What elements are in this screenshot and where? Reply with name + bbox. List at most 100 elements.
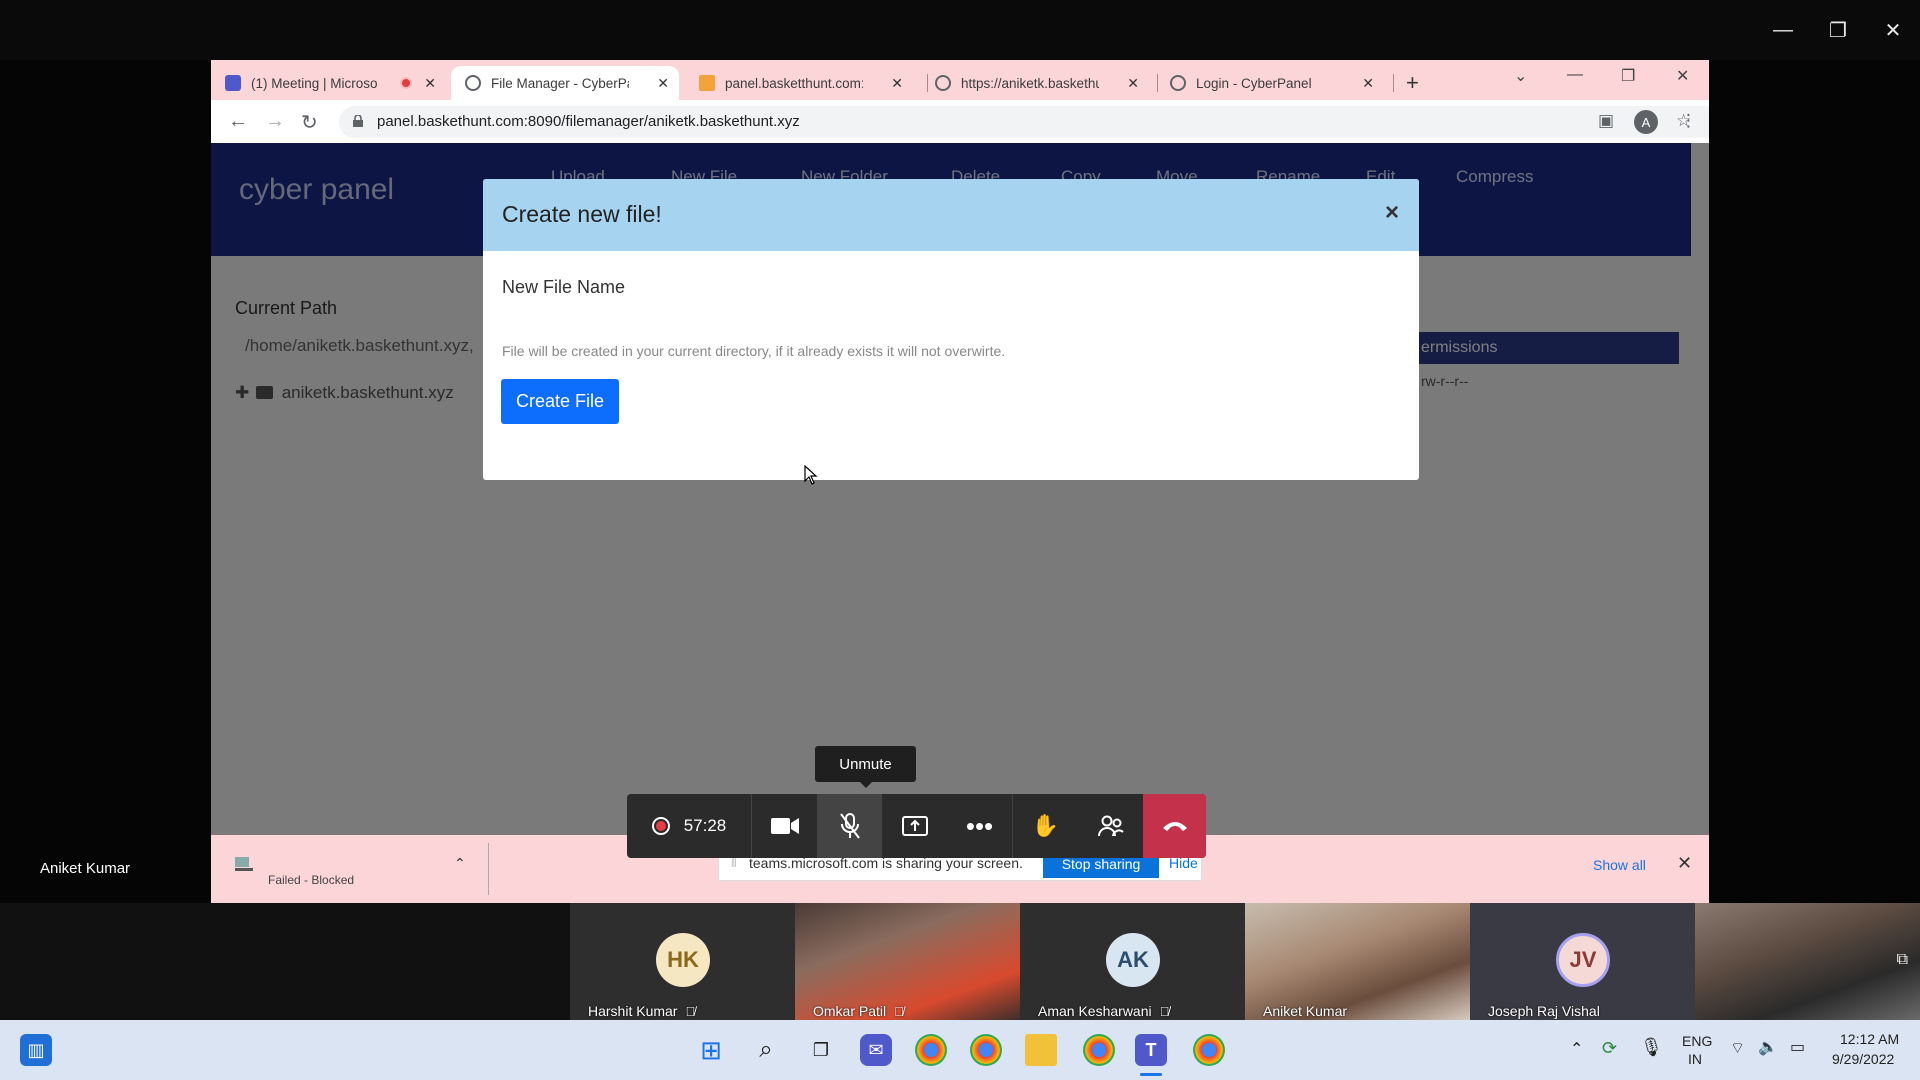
tab-phpmyadmin[interactable]: panel.basketthunt.com:80 ✕ [685,66,913,100]
chrome-icon[interactable] [915,1034,947,1066]
share-screen-icon[interactable] [882,794,947,858]
avatar: HK [656,933,710,987]
unmute-tooltip: Unmute [815,746,916,788]
teams-icon[interactable]: T [1135,1034,1167,1066]
modal-header: Create new file! × [483,179,1419,251]
globe-icon [465,75,481,91]
new-tab-icon[interactable]: + [1406,70,1419,96]
chevron-up-icon[interactable]: ⌃ [454,855,466,872]
participant-name: Joseph Raj Vishal [1488,1003,1600,1019]
file-explorer-icon[interactable] [1025,1034,1057,1066]
browser-window: (1) Meeting | Microso ✕ File Manager - C… [211,60,1709,903]
wifi-icon[interactable]: ⌔ [1730,1038,1745,1058]
close-icon[interactable]: ✕ [1676,66,1689,86]
tab-close-icon[interactable]: ✕ [657,75,669,92]
participant-name: Aman Kesharwani 🎙̸ [1038,1003,1170,1019]
microphone-icon[interactable]: 🎙 [1640,1037,1663,1058]
chevron-up-icon[interactable]: ⌃ [1570,1039,1583,1059]
call-timer: 57:28 [683,816,727,835]
call-controls: 57:28 ••• ✋ [627,794,1206,858]
teams-chat-icon[interactable]: ✉ [860,1034,892,1066]
menu-kebab-icon[interactable]: ⋮ [1680,111,1697,131]
tab-file-manager[interactable]: File Manager - CyberPane ✕ [451,66,679,100]
back-icon[interactable]: ← [228,110,248,133]
tab-close-icon[interactable]: ✕ [891,75,903,92]
participant-tile[interactable]: HK Harshit Kumar 🎙̸ [570,903,795,1020]
sync-icon[interactable]: ⟳ [1602,1038,1617,1059]
avatar: AK [1106,933,1160,987]
pop-out-icon[interactable]: ⧉ [1897,951,1908,969]
camera-icon[interactable] [752,794,817,858]
new-file-name-label: New File Name [502,277,626,297]
modal-hint: File will be created in your current dir… [502,343,1006,359]
tab-aniketk[interactable]: https://aniketk.baskethun ✕ [921,66,1149,100]
tab-title: Login - CyberPanel [1196,75,1312,91]
lock-icon [353,115,363,127]
participant-tile[interactable]: AK Aman Kesharwani 🎙̸ [1020,903,1245,1020]
chrome-icon[interactable] [1193,1034,1225,1066]
tab-title: https://aniketk.baskethun [961,75,1099,91]
tab-close-icon[interactable]: ✕ [424,75,436,92]
recording-indicator[interactable]: 57:28 [627,794,751,858]
phpmyadmin-icon [699,75,715,91]
search-icon[interactable]: ⌕ [750,1034,782,1066]
raise-hand-icon[interactable]: ✋ [1013,794,1078,858]
minimize-icon[interactable]: — [1763,14,1803,46]
browser-toolbar: ← → ↻ panel.baskethunt.com:8090/filemana… [211,100,1709,143]
participant-name: Omkar Patil 🎙̸ [813,1003,904,1019]
mic-off-icon[interactable] [817,794,882,858]
close-icon[interactable]: ✕ [1677,853,1692,874]
side-panel-icon[interactable]: ▣ [1598,111,1614,131]
chrome-icon[interactable] [970,1034,1002,1066]
volume-icon[interactable]: 🔈 [1758,1037,1778,1057]
presenter-name: Aniket Kumar [40,860,131,877]
participants-icon[interactable] [1078,794,1143,858]
task-view-icon[interactable]: ❐ [805,1034,837,1066]
profile-avatar[interactable]: A [1634,110,1658,134]
participant-strip: HK Harshit Kumar 🎙̸ Omkar Patil 🎙̸ AK Aman… [0,903,1920,1020]
tab-login[interactable]: Login - CyberPanel ✕ [1156,66,1384,100]
participant-name: Aniket Kumar [1263,1003,1348,1019]
reload-icon[interactable]: ↻ [301,110,318,135]
participant-name: Harshit Kumar 🎙̸ [588,1003,696,1019]
participant-video-tile[interactable]: Aniket Kumar [1245,903,1470,1020]
record-icon [651,817,670,835]
participant-tile[interactable]: JV Joseph Raj Vishal [1470,903,1695,1020]
start-icon[interactable]: ⊞ [695,1034,727,1066]
globe-icon [935,75,951,91]
show-all-link[interactable]: Show all [1593,857,1646,873]
tab-search-icon[interactable]: ⌄ [1514,66,1527,86]
restore-icon[interactable]: ❐ [1621,66,1635,86]
forward-icon[interactable]: → [265,110,285,133]
battery-icon[interactable]: ▭ [1790,1037,1805,1057]
clock-date[interactable]: 9/29/2022 [1832,1051,1894,1067]
address-bar[interactable]: panel.baskethunt.com:8090/filemanager/an… [339,106,1709,138]
download-status: Failed - Blocked [268,873,355,887]
restore-icon[interactable]: ❐ [1818,14,1858,46]
tab-close-icon[interactable]: ✕ [1127,75,1139,92]
tab-title: panel.basketthunt.com:80 [725,75,863,91]
tab-close-icon[interactable]: ✕ [1362,75,1374,92]
widgets-icon[interactable]: ▥ [20,1034,52,1066]
globe-icon [1170,75,1186,91]
participant-video-tile[interactable]: Omkar Patil 🎙̸ [795,903,1020,1020]
hang-up-icon[interactable] [1143,794,1206,858]
chrome-icon[interactable] [1083,1034,1115,1066]
tab-meeting[interactable]: (1) Meeting | Microso ✕ [211,66,446,100]
region-label[interactable]: IN [1688,1051,1702,1067]
teams-title-bar: — ❐ ✕ [0,0,1920,60]
minimize-icon[interactable]: — [1567,66,1583,84]
participant-video-tile[interactable]: ⧉ [1695,903,1920,1020]
create-file-button[interactable]: Create File [501,379,619,424]
clock-time[interactable]: 12:12 AM [1840,1031,1899,1047]
file-icon [235,857,253,871]
close-icon[interactable]: × [1385,199,1399,227]
tab-title: (1) Meeting | Microso [251,75,378,91]
windows-taskbar: ▥ ⊞ ⌕ ❐ ✉ T ⌃ ⟳ 🎙 ENG IN ⌔ 🔈 ▭ 12:12 AM … [0,1020,1920,1080]
close-icon[interactable]: ✕ [1873,14,1913,46]
more-options-icon[interactable]: ••• [947,794,1012,858]
mouse-cursor-icon [804,465,818,485]
teams-favicon-icon [225,75,241,91]
mic-off-icon: 🎙̸ [894,1004,904,1019]
language-label[interactable]: ENG [1682,1033,1712,1049]
